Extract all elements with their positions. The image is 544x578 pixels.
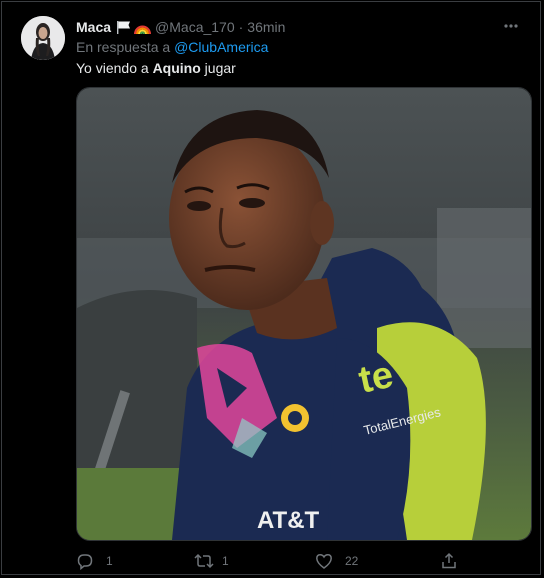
separator-dot: ·: [238, 19, 244, 35]
tweet-header: Maca @Maca_170 · 36min: [76, 18, 285, 36]
reply-mention-link[interactable]: @ClubAmerica: [174, 39, 268, 55]
reply-count: 1: [106, 554, 113, 568]
like-count: 22: [345, 554, 359, 568]
tweet-card[interactable]: Maca @Maca_170 · 36min En respuesta a @C…: [1, 1, 541, 575]
reply-button[interactable]: 1: [76, 551, 113, 571]
tweet-text-bold: Aquino: [152, 60, 201, 76]
display-name[interactable]: Maca: [76, 19, 111, 35]
retweet-button[interactable]: 1: [194, 551, 229, 571]
share-icon: [442, 552, 456, 569]
tweet-actions: 1 1 22: [76, 551, 466, 571]
more-icon: [504, 24, 518, 28]
photo-image: te TotalEnergies AT&T: [77, 88, 531, 540]
reply-context: En respuesta a @ClubAmerica: [76, 39, 268, 55]
user-handle[interactable]: @Maca_170: [155, 19, 235, 35]
tweet-text-start: Yo viendo a: [76, 60, 153, 76]
retweet-icon: [194, 553, 214, 569]
avatar[interactable]: [21, 16, 65, 60]
timestamp[interactable]: 36min: [247, 19, 285, 35]
more-options-button[interactable]: [500, 18, 522, 34]
name-badges: [116, 20, 152, 35]
tweet-text: Yo viendo a Aquino jugar: [76, 60, 236, 76]
retweet-count: 1: [222, 554, 229, 568]
reply-prefix: En respuesta a: [76, 39, 175, 55]
svg-text:AT&T: AT&T: [257, 507, 320, 534]
heart-icon: [316, 554, 332, 569]
reply-icon: [77, 554, 93, 570]
white-flag-icon: [117, 20, 131, 34]
tweet-text-end: jugar: [200, 60, 236, 76]
like-button[interactable]: 22: [315, 551, 358, 571]
tweet-media-photo[interactable]: te TotalEnergies AT&T: [76, 87, 532, 541]
share-button[interactable]: [440, 551, 458, 571]
rainbow-icon: [134, 25, 152, 34]
avatar-image: [21, 16, 65, 60]
